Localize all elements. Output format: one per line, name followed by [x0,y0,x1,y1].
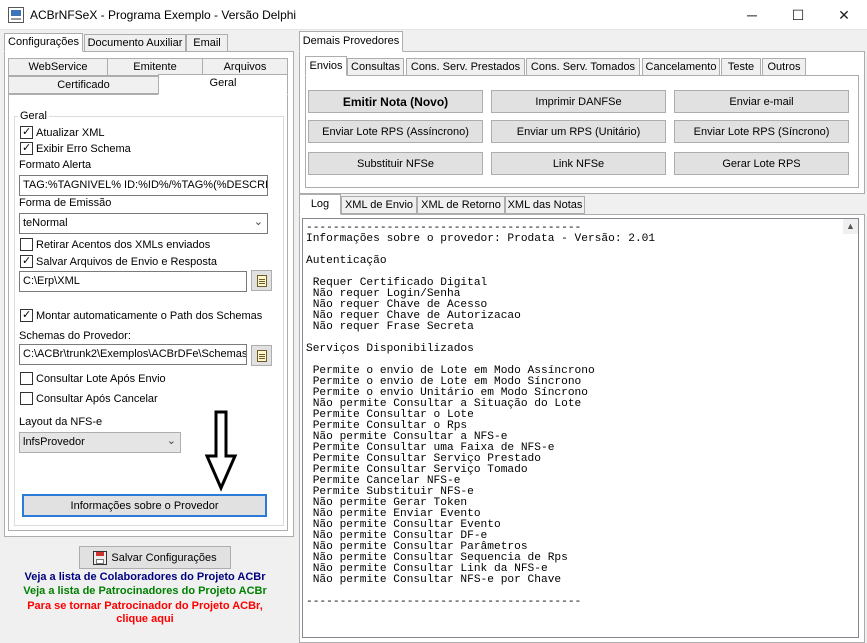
browse-path-button[interactable] [251,270,272,291]
tab-documento-auxiliar[interactable]: Documento Auxiliar [84,34,186,52]
log-memo[interactable]: ----------------------------------------… [302,218,859,638]
formato-alerta-input[interactable]: TAG:%TAGNIVEL% ID:%ID%/%TAG%(%DESCRI [19,175,268,196]
montar-path-label: Montar automaticamente o Path dos Schema… [36,310,263,322]
link-patrocinador-1[interactable]: Para se tornar Patrocinador do Projeto A… [0,600,290,612]
tab-certificado[interactable]: Certificado [8,76,159,94]
tab-webservice[interactable]: WebService [8,58,108,76]
consultar-lote-checkbox[interactable] [20,372,33,385]
salvar-arquivos-label: Salvar Arquivos de Envio e Resposta [36,256,217,268]
exibir-erro-schema-checkbox[interactable] [20,141,33,155]
tab-xml-retorno[interactable]: XML de Retorno [417,196,505,214]
layout-nfse-select[interactable]: lnfsProvedor ⌄ [19,432,181,453]
tab-cons-serv-prestados[interactable]: Cons. Serv. Prestados [406,58,525,76]
tab-log[interactable]: Log [299,194,341,215]
down-arrow-annotation [204,410,238,492]
tab-demais-provedores[interactable]: Demais Provedores [299,31,403,52]
app-icon [8,7,24,23]
tab-xml-envio[interactable]: XML de Envio [341,196,417,214]
title-bar: ACBrNFSeX - Programa Exemplo - Versão De… [0,0,867,30]
enviar-lote-sincrono-button[interactable]: Enviar Lote RPS (Síncrono) [674,120,849,143]
maximize-button[interactable]: ☐ [775,0,821,30]
close-button[interactable]: ✕ [821,0,867,30]
salvar-arquivos-checkbox[interactable] [20,254,33,268]
log-text: ----------------------------------------… [306,222,656,608]
document-icon [256,349,267,362]
geral-group-label: Geral [18,110,49,122]
consultar-cancelar-label: Consultar Após Cancelar [36,393,158,405]
link-patrocinadores[interactable]: Veja a lista de Patrocinadores do Projet… [0,585,290,597]
consultar-lote-label: Consultar Lote Após Envio [36,373,166,385]
minimize-button[interactable]: ─ [729,0,775,30]
link-colaboradores[interactable]: Veja a lista de Colaboradores do Projeto… [0,571,290,583]
window-title: ACBrNFSeX - Programa Exemplo - Versão De… [30,8,297,22]
schemas-input[interactable]: C:\ACBr\trunk2\Exemplos\ACBrDFe\Schemas\ [19,344,247,365]
tab-cons-serv-tomados[interactable]: Cons. Serv. Tomados [526,58,640,76]
link-nfse-button[interactable]: Link NFSe [491,152,666,175]
salvar-configuracoes-label: Salvar Configurações [111,551,217,564]
layout-nfse-value: lnfsProvedor [23,436,85,448]
salvar-configuracoes-button[interactable]: Salvar Configurações [79,546,231,569]
imprimir-danfse-button[interactable]: Imprimir DANFSe [491,90,666,113]
formato-alerta-label: Formato Alerta [19,159,92,171]
enviar-rps-unitario-button[interactable]: Enviar um RPS (Unitário) [491,120,666,143]
tab-configuracoes[interactable]: Configurações [4,33,83,52]
scroll-up-icon[interactable]: ▲ [843,219,858,234]
tab-envios[interactable]: Envios [305,56,347,76]
tab-xml-notas[interactable]: XML das Notas [505,196,585,214]
tab-consultas[interactable]: Consultas [347,58,404,76]
forma-emissao-value: teNormal [23,217,68,229]
enviar-lote-assincrono-button[interactable]: Enviar Lote RPS (Assíncrono) [308,120,483,143]
schemas-label: Schemas do Provedor: [19,330,131,342]
enviar-email-button[interactable]: Enviar e-mail [674,90,849,113]
layout-nfse-label: Layout da NFS-e [19,416,103,428]
tab-email[interactable]: Email [186,34,228,52]
tab-cancelamento[interactable]: Cancelamento [642,58,720,76]
forma-emissao-select[interactable]: teNormal ⌄ [19,213,268,234]
link-patrocinador-2[interactable]: clique aqui [0,613,290,625]
gerar-lote-rps-button[interactable]: Gerar Lote RPS [674,152,849,175]
document-icon [256,274,267,287]
substituir-nfse-button[interactable]: Substituir NFSe [308,152,483,175]
info-provedor-button[interactable]: Informações sobre o Provedor [22,494,267,517]
emitir-nota-button[interactable]: Emitir Nota (Novo) [308,90,483,113]
tab-teste[interactable]: Teste [721,58,761,76]
montar-path-checkbox[interactable] [20,308,33,322]
save-icon [93,550,108,565]
tab-outros[interactable]: Outros [762,58,806,76]
retirar-acentos-checkbox[interactable] [20,238,33,251]
tab-geral[interactable]: Geral [158,74,288,95]
atualizar-xml-checkbox[interactable] [20,125,33,139]
path-input[interactable]: C:\Erp\XML [19,271,247,292]
atualizar-xml-label: Atualizar XML [36,127,105,139]
chevron-down-icon: ⌄ [253,216,263,228]
consultar-cancelar-checkbox[interactable] [20,392,33,405]
chevron-down-icon: ⌄ [166,435,176,447]
forma-emissao-label: Forma de Emissão [19,197,112,209]
browse-schemas-button[interactable] [251,345,272,366]
exibir-erro-schema-label: Exibir Erro Schema [36,143,131,155]
retirar-acentos-label: Retirar Acentos dos XMLs enviados [36,239,211,251]
